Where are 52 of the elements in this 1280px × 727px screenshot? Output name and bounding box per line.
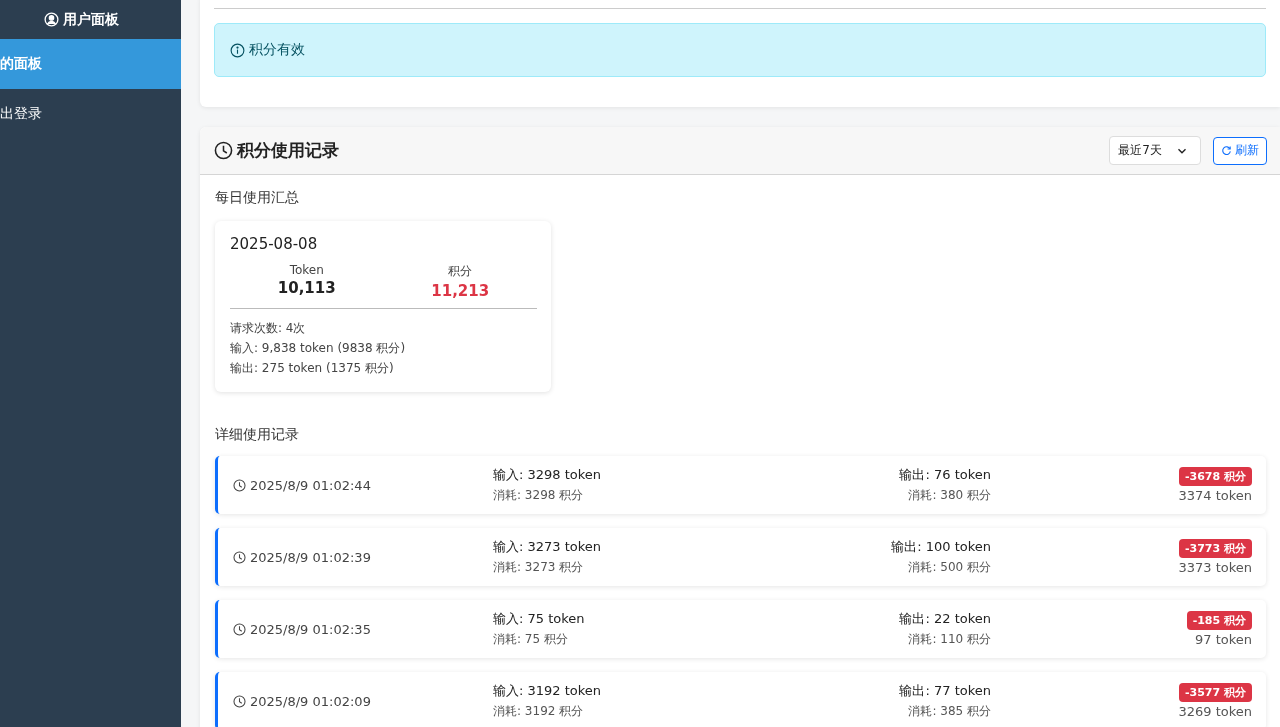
- refresh-button[interactable]: 刷新: [1213, 136, 1267, 165]
- user-circle-icon: [44, 12, 59, 27]
- section-title: 积分使用记录: [237, 139, 339, 162]
- summary-date: 2025-08-08: [230, 235, 319, 253]
- record-time: 2025/8/9 01:02:44: [250, 477, 371, 493]
- points-badge: -3577 积分: [1179, 683, 1252, 702]
- total-tokens: 3373 token: [1178, 560, 1252, 575]
- clock-icon: [233, 622, 246, 636]
- input-tokens: 输入: 3192 token: [493, 682, 603, 700]
- summary-line: 输入: 9,838 token (9838 积分): [230, 340, 407, 357]
- stat-value: 10,113: [276, 279, 337, 297]
- output-cost: 消耗: 110 积分: [907, 631, 991, 648]
- record-time: 2025/8/9 01:02:35: [250, 621, 371, 637]
- alert-text: 积分有效: [249, 41, 305, 59]
- range-dropdown[interactable]: 最近7天: [1109, 136, 1201, 165]
- stat-label: Token: [288, 263, 325, 277]
- total-tokens: 97 token: [1194, 632, 1252, 647]
- input-tokens: 输入: 3273 token: [493, 538, 603, 556]
- record-time: 2025/8/9 01:02:09: [250, 693, 371, 709]
- input-cost: 消耗: 3298 积分: [493, 487, 585, 504]
- clock-icon: [233, 478, 246, 492]
- record-time: 2025/8/9 01:02:39: [250, 549, 371, 565]
- output-cost: 消耗: 380 积分: [907, 487, 991, 504]
- output-tokens: 输出: 100 token: [891, 538, 991, 556]
- points-badge: -3773 积分: [1179, 539, 1252, 558]
- input-cost: 消耗: 75 积分: [493, 631, 569, 648]
- output-cost: 消耗: 500 积分: [907, 559, 991, 576]
- points-badge: -3678 积分: [1179, 467, 1252, 486]
- stat-value: 11,213: [430, 282, 491, 300]
- input-tokens: 输入: 75 token: [493, 610, 586, 628]
- clock-icon: [233, 694, 246, 708]
- summary-line: 请求次数: 4次: [230, 320, 307, 337]
- refresh-icon: [1221, 145, 1232, 156]
- info-icon: [230, 42, 245, 58]
- total-tokens: 3374 token: [1178, 488, 1252, 503]
- summary-line: 输出: 275 token (1375 积分): [230, 360, 395, 377]
- clock-icon: [233, 550, 246, 564]
- section-heading: 详细使用记录: [215, 426, 300, 444]
- output-tokens: 输出: 76 token: [899, 466, 991, 484]
- output-tokens: 输出: 77 token: [899, 682, 991, 700]
- section-heading: 每日使用汇总: [215, 189, 300, 207]
- output-tokens: 输出: 22 token: [899, 610, 991, 628]
- sidebar-item[interactable]: 出登录: [0, 89, 181, 139]
- total-tokens: 3269 token: [1178, 704, 1252, 719]
- input-cost: 消耗: 3273 积分: [493, 559, 585, 576]
- points-badge: -185 积分: [1186, 611, 1252, 630]
- output-cost: 消耗: 385 积分: [907, 703, 991, 720]
- input-cost: 消耗: 3192 积分: [493, 703, 585, 720]
- sidebar-title: 用户面板: [63, 10, 119, 29]
- stat-label: 积分: [447, 263, 474, 280]
- input-tokens: 输入: 3298 token: [493, 466, 603, 484]
- clock-icon: [214, 141, 233, 160]
